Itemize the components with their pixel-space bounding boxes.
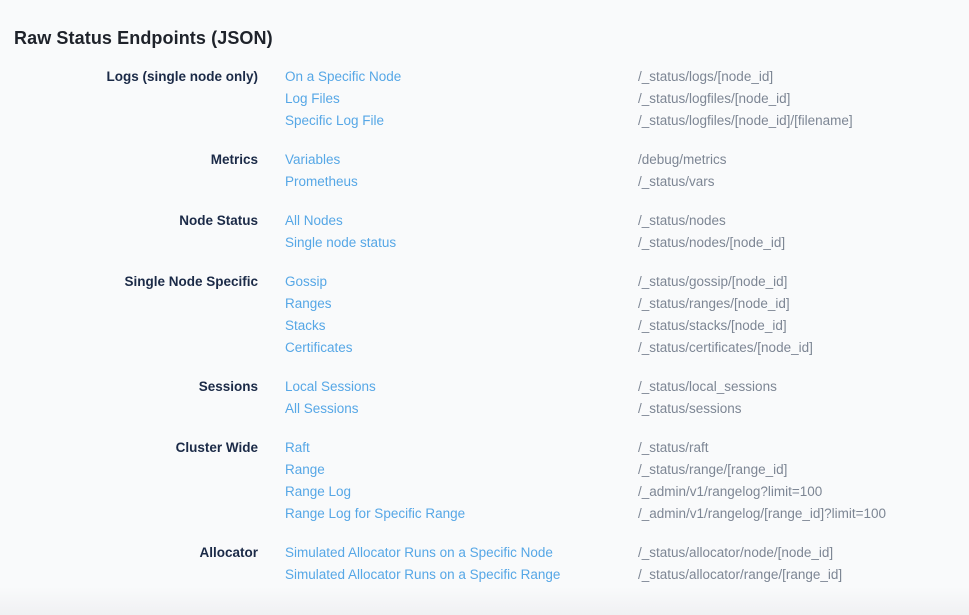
endpoint-path: /_admin/v1/rangelog?limit=100 <box>638 481 822 503</box>
endpoint-path: /_status/ranges/[node_id] <box>638 293 790 315</box>
endpoint-link[interactable]: Local Sessions <box>285 376 638 398</box>
endpoint-section-cluster-wide: Cluster Wide Raft /_status/raft Range /_… <box>0 437 969 525</box>
endpoint-link[interactable]: On a Specific Node <box>285 66 638 88</box>
endpoint-link[interactable]: Prometheus <box>285 171 638 193</box>
endpoint-row: On a Specific Node /_status/logs/[node_i… <box>285 66 853 88</box>
endpoint-link[interactable]: Range <box>285 459 638 481</box>
endpoint-path: /_status/allocator/range/[range_id] <box>638 564 842 586</box>
endpoint-link[interactable]: Single node status <box>285 232 638 254</box>
endpoint-row: Gossip /_status/gossip/[node_id] <box>285 271 813 293</box>
endpoint-sections: Logs (single node only) On a Specific No… <box>0 66 969 586</box>
endpoint-row: Simulated Allocator Runs on a Specific R… <box>285 564 842 586</box>
endpoint-link[interactable]: Range Log for Specific Range <box>285 503 638 525</box>
endpoint-path: /_status/logfiles/[node_id]/[filename] <box>638 110 853 132</box>
endpoint-row: Single node status /_status/nodes/[node_… <box>285 232 785 254</box>
endpoint-row: Range Log /_admin/v1/rangelog?limit=100 <box>285 481 886 503</box>
endpoint-link[interactable]: Ranges <box>285 293 638 315</box>
endpoint-link[interactable]: Specific Log File <box>285 110 638 132</box>
endpoint-path: /_status/logfiles/[node_id] <box>638 88 790 110</box>
page-bottom-gradient <box>0 587 969 615</box>
endpoint-path: /_status/raft <box>638 437 709 459</box>
endpoint-path: /_status/allocator/node/[node_id] <box>638 542 833 564</box>
category-label: Metrics <box>0 149 258 193</box>
endpoint-section-metrics: Metrics Variables /debug/metrics Prometh… <box>0 149 969 193</box>
endpoint-section-allocator: Allocator Simulated Allocator Runs on a … <box>0 542 969 586</box>
endpoint-path: /debug/metrics <box>638 149 727 171</box>
category-label: Cluster Wide <box>0 437 258 525</box>
endpoint-link[interactable]: All Nodes <box>285 210 638 232</box>
endpoint-section-node-status: Node Status All Nodes /_status/nodes Sin… <box>0 210 969 254</box>
endpoint-row: All Nodes /_status/nodes <box>285 210 785 232</box>
endpoint-path: /_status/logs/[node_id] <box>638 66 773 88</box>
endpoint-section-sessions: Sessions Local Sessions /_status/local_s… <box>0 376 969 420</box>
endpoint-path: /_status/stacks/[node_id] <box>638 315 787 337</box>
endpoint-path: /_status/nodes <box>638 210 726 232</box>
endpoint-path: /_status/nodes/[node_id] <box>638 232 785 254</box>
endpoint-link[interactable]: Raft <box>285 437 638 459</box>
endpoint-row: Specific Log File /_status/logfiles/[nod… <box>285 110 853 132</box>
endpoint-section-single-node: Single Node Specific Gossip /_status/gos… <box>0 271 969 359</box>
endpoint-row: Simulated Allocator Runs on a Specific N… <box>285 542 842 564</box>
endpoint-path: /_admin/v1/rangelog/[range_id]?limit=100 <box>638 503 886 525</box>
endpoint-path: /_status/vars <box>638 171 715 193</box>
endpoint-link[interactable]: Simulated Allocator Runs on a Specific N… <box>285 542 638 564</box>
page-title: Raw Status Endpoints (JSON) <box>0 12 969 51</box>
endpoint-path: /_status/certificates/[node_id] <box>638 337 813 359</box>
endpoint-link[interactable]: Log Files <box>285 88 638 110</box>
endpoint-link[interactable]: Range Log <box>285 481 638 503</box>
endpoint-path: /_status/gossip/[node_id] <box>638 271 787 293</box>
endpoint-link[interactable]: Stacks <box>285 315 638 337</box>
endpoint-link[interactable]: Variables <box>285 149 638 171</box>
endpoint-link[interactable]: Simulated Allocator Runs on a Specific R… <box>285 564 638 586</box>
category-label: Allocator <box>0 542 258 586</box>
endpoint-row: Prometheus /_status/vars <box>285 171 727 193</box>
category-label: Sessions <box>0 376 258 420</box>
endpoint-row: Range Log for Specific Range /_admin/v1/… <box>285 503 886 525</box>
endpoint-path: /_status/local_sessions <box>638 376 777 398</box>
endpoint-path: /_status/sessions <box>638 398 742 420</box>
endpoint-row: Certificates /_status/certificates/[node… <box>285 337 813 359</box>
endpoint-row: Log Files /_status/logfiles/[node_id] <box>285 88 853 110</box>
endpoint-row: All Sessions /_status/sessions <box>285 398 777 420</box>
endpoint-row: Variables /debug/metrics <box>285 149 727 171</box>
endpoint-link[interactable]: All Sessions <box>285 398 638 420</box>
endpoint-row: Range /_status/range/[range_id] <box>285 459 886 481</box>
endpoint-link[interactable]: Certificates <box>285 337 638 359</box>
endpoint-row: Raft /_status/raft <box>285 437 886 459</box>
endpoint-row: Stacks /_status/stacks/[node_id] <box>285 315 813 337</box>
endpoint-row: Local Sessions /_status/local_sessions <box>285 376 777 398</box>
endpoint-row: Ranges /_status/ranges/[node_id] <box>285 293 813 315</box>
category-label: Logs (single node only) <box>0 66 258 132</box>
category-label: Single Node Specific <box>0 271 258 359</box>
category-label: Node Status <box>0 210 258 254</box>
endpoint-link[interactable]: Gossip <box>285 271 638 293</box>
endpoint-section-logs: Logs (single node only) On a Specific No… <box>0 66 969 132</box>
endpoint-path: /_status/range/[range_id] <box>638 459 787 481</box>
